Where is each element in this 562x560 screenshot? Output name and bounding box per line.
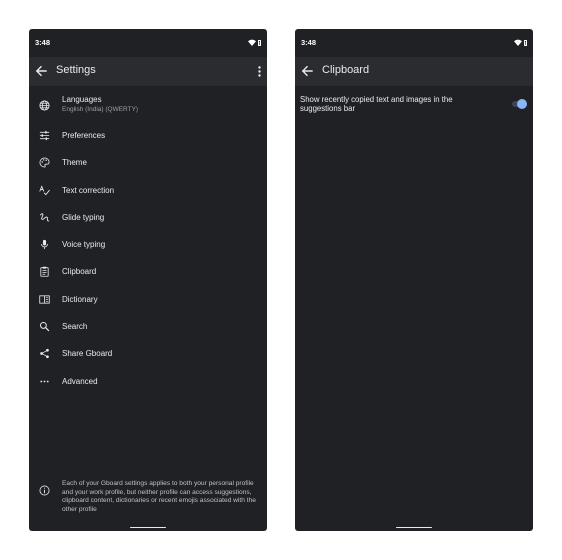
settings-item-voice-typing[interactable]: Voice typing <box>29 231 267 258</box>
status-bar: 3:48 <box>295 29 533 57</box>
settings-item-search[interactable]: Search <box>29 313 267 340</box>
settings-item-advanced[interactable]: Advanced <box>29 368 267 395</box>
settings-item-label: Advanced <box>62 376 98 386</box>
gesture-icon <box>39 213 50 222</box>
back-arrow-icon[interactable] <box>301 65 313 77</box>
status-icons <box>248 39 261 46</box>
globe-icon <box>39 100 50 111</box>
settings-item-label: Preferences <box>62 131 106 140</box>
page-title: Settings <box>56 64 96 76</box>
settings-item-label: Languages <box>62 95 102 104</box>
settings-item-label: Share Gboard <box>62 349 113 359</box>
settings-item-label: Glide typing <box>62 212 105 222</box>
toggle-thumb <box>517 99 527 109</box>
status-bar: 3:48 <box>29 29 267 57</box>
search-icon <box>39 322 50 332</box>
settings-item-dictionary[interactable]: Dictionary <box>29 286 267 313</box>
settings-item-label: Dictionary <box>62 294 98 304</box>
setting-label: Show recently copied text and images in … <box>300 95 453 114</box>
gesture-nav-handle[interactable] <box>396 526 432 528</box>
wifi-icon <box>514 39 522 46</box>
settings-item-label: Clipboard <box>62 267 97 277</box>
spellcheck-icon <box>39 184 50 195</box>
settings-item-share-gboard[interactable]: Share Gboard <box>29 340 267 367</box>
back-arrow-icon[interactable] <box>35 65 47 77</box>
more-vert-icon[interactable] <box>258 66 261 77</box>
gesture-nav-handle[interactable] <box>130 526 166 528</box>
clipboard-icon <box>40 267 49 278</box>
settings-item-languages[interactable]: Languages English (India) (QWERTY) <box>29 86 267 122</box>
notice-text: Each of your Gboard settings applies to … <box>62 480 256 513</box>
book-icon <box>39 295 50 304</box>
settings-item-clipboard[interactable]: Clipboard <box>29 258 267 285</box>
app-bar: Clipboard <box>295 57 533 86</box>
more-horiz-icon <box>40 380 49 383</box>
clipboard-suggestions-setting[interactable]: Show recently copied text and images in … <box>295 93 533 117</box>
status-time: 3:48 <box>301 38 317 47</box>
settings-item-sublabel: English (India) (QWERTY) <box>62 106 139 113</box>
mic-icon <box>41 240 48 250</box>
status-time: 3:48 <box>35 38 51 47</box>
wifi-icon <box>248 39 256 46</box>
settings-item-preferences[interactable]: Preferences <box>29 122 267 149</box>
battery-icon <box>524 39 527 46</box>
settings-list: Languages English (India) (QWERTY) Prefe… <box>29 86 267 395</box>
settings-item-theme[interactable]: Theme <box>29 149 267 176</box>
settings-item-glide-typing[interactable]: Glide typing <box>29 204 267 231</box>
page-title: Clipboard <box>322 64 370 76</box>
status-icons <box>514 39 527 46</box>
palette-icon <box>39 157 50 168</box>
settings-item-text-correction[interactable]: Text correction <box>29 177 267 204</box>
share-icon <box>40 349 49 359</box>
settings-item-label: Voice typing <box>62 240 106 250</box>
settings-screen: 3:48 Settings Languages English (India) … <box>29 29 267 531</box>
settings-item-label: Theme <box>62 158 87 168</box>
clipboard-toggle[interactable] <box>511 99 527 109</box>
settings-item-label: Search <box>62 322 88 332</box>
sliders-icon <box>39 130 50 141</box>
app-bar: Settings <box>29 57 267 86</box>
info-icon <box>39 485 50 496</box>
battery-icon <box>258 39 261 46</box>
clipboard-screen: 3:48 Clipboard Show recently copied text… <box>295 29 533 531</box>
settings-item-label: Text correction <box>62 185 115 195</box>
